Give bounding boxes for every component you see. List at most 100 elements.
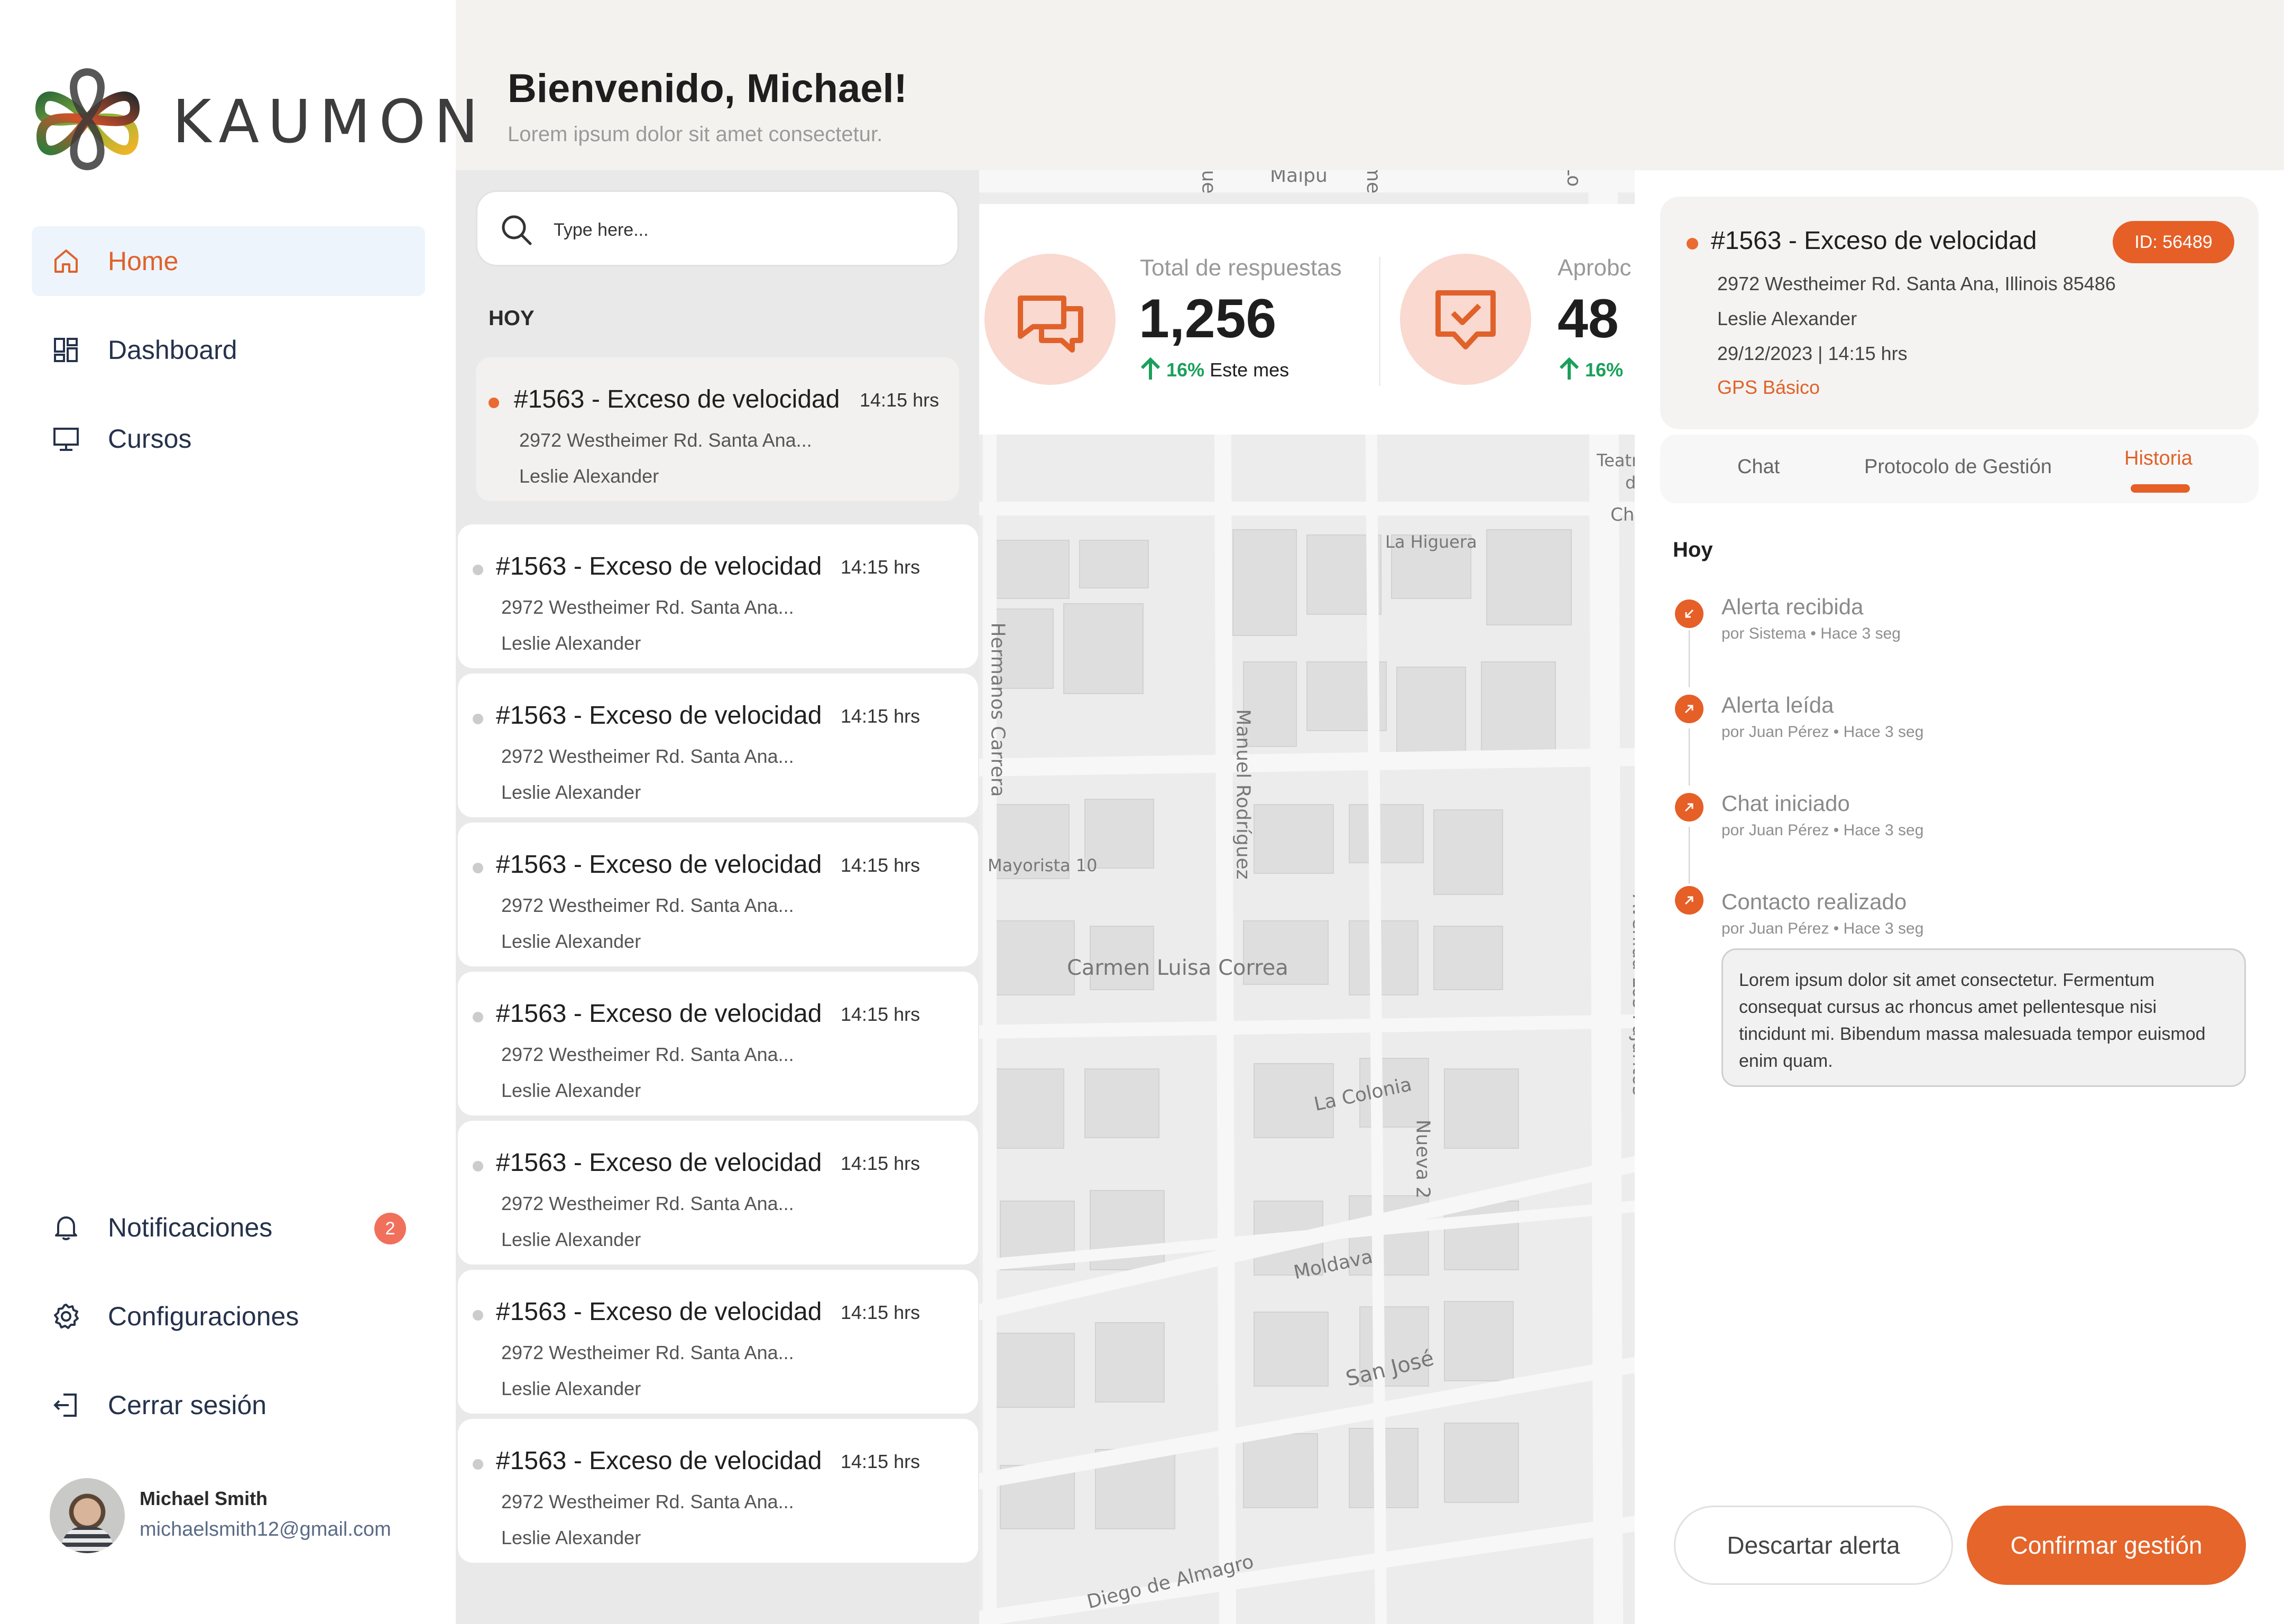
alert-title: #1563 - Exceso de velocidad (496, 1149, 822, 1177)
alert-address: 2972 Westheimer Rd. Santa Ana... (501, 596, 794, 618)
arrow-up-icon (1140, 357, 1161, 380)
alert-address: 2972 Westheimer Rd. Santa Ana... (501, 1491, 794, 1512)
alert-person: Leslie Alexander (501, 930, 641, 952)
alert-address: 2972 Westheimer Rd. Santa Ana... (501, 1193, 794, 1214)
stat-approved-label: Aprobc (1558, 255, 1632, 281)
tab-protocolo-de-gestion[interactable]: Protocolo de Gestión (1864, 456, 2052, 478)
nav-notificaciones-label: Notificaciones (108, 1213, 273, 1242)
map-label-maipu: Maipú (1270, 170, 1328, 187)
page-subtitle: Lorem ipsum dolor sit amet consectetur. (508, 123, 883, 146)
nav-home[interactable]: Home (32, 226, 425, 296)
kaumon-logo-icon (35, 68, 140, 171)
detail-tabs: Chat Protocolo de Gestión Historia (1660, 435, 2259, 503)
alert-id-badge: ID: 56489 (2113, 221, 2234, 263)
alert-person: Leslie Alexander (501, 632, 641, 654)
alert-time: 14:15 hrs (841, 854, 920, 876)
nav-cursos[interactable]: Cursos (32, 404, 425, 474)
timeline-connector (1689, 630, 1690, 687)
stat-approved-trend-value: 16% (1585, 359, 1624, 381)
nav-configuraciones[interactable]: Configuraciones (32, 1281, 425, 1351)
map-label-d: d (1625, 473, 1635, 493)
alert-person: Leslie Alexander (501, 1079, 641, 1101)
stat-total-trend-value: 16% (1166, 359, 1205, 381)
timeline-meta: por Sistema • Hace 3 seg (1721, 625, 1901, 642)
timeline-dot (1675, 599, 1703, 628)
alert-card[interactable]: #1563 - Exceso de velocidad 14:15 hrs 29… (476, 357, 959, 501)
alert-time: 14:15 hrs (841, 1003, 920, 1025)
stat-approved-trend: 16% (1559, 357, 1623, 381)
alert-title: #1563 - Exceso de velocidad (496, 552, 822, 580)
arrow-up-icon (1559, 357, 1579, 380)
alert-person: Leslie Alexander (519, 465, 659, 487)
alert-title: #1563 - Exceso de velocidad (496, 851, 822, 879)
map-label-manuel-rodriguez: Manuel Rodríguez (1232, 709, 1254, 880)
stats-bar: Total de respuestas 1,256 16% Este mes A… (979, 204, 1635, 435)
alert-status-dot (489, 398, 499, 408)
search-input[interactable] (554, 215, 924, 245)
arrow-out-icon (1684, 896, 1693, 905)
detail-plan: GPS Básico (1717, 376, 1820, 398)
map-label-hermanos-carrera: Hermanos Carrera (987, 622, 1009, 797)
user-name: Michael Smith (140, 1488, 268, 1509)
detail-title: #1563 - Exceso de velocidad (1711, 227, 2037, 255)
brand-name: KAUMON (172, 88, 487, 156)
map-label-gue: gue (1198, 170, 1220, 194)
timeline-note: Lorem ipsum dolor sit amet consectetur. … (1721, 948, 2246, 1087)
alert-card[interactable]: #1563 - Exceso de velocidad 14:15 hrs 29… (458, 972, 978, 1115)
tab-historia[interactable]: Historia (2124, 447, 2193, 470)
logout-icon (53, 1394, 77, 1417)
confirm-management-button[interactable]: Confirmar gestión (1967, 1506, 2246, 1585)
discard-alert-button[interactable]: Descartar alerta (1674, 1506, 1953, 1585)
alert-address: 2972 Westheimer Rd. Santa Ana... (501, 894, 794, 916)
stat-total-icon-bg (984, 254, 1116, 385)
alert-status-dot (473, 565, 483, 575)
alert-card[interactable]: #1563 - Exceso de velocidad 14:15 hrs 29… (458, 1419, 978, 1563)
arrow-out-icon (1684, 705, 1693, 714)
timeline-title: Alerta recibida (1721, 594, 1864, 619)
alert-card[interactable]: #1563 - Exceso de velocidad 14:15 hrs 29… (458, 823, 978, 966)
dashboard-icon (54, 338, 78, 362)
gear-icon (54, 1304, 79, 1329)
map-label-carmen-luisa-correa: Carmen Luisa Correa (1067, 956, 1288, 980)
alert-card[interactable]: #1563 - Exceso de velocidad 14:15 hrs 29… (458, 1270, 978, 1414)
nav-dashboard[interactable]: Dashboard (32, 315, 425, 385)
alert-address: 2972 Westheimer Rd. Santa Ana... (519, 429, 812, 451)
user-profile[interactable]: Michael Smith michaelsmith12@gmail.com (50, 1478, 430, 1557)
alert-time: 14:15 hrs (841, 1302, 920, 1323)
timeline-dot (1675, 886, 1703, 915)
alert-time: 14:15 hrs (860, 389, 940, 411)
alert-title: #1563 - Exceso de velocidad (496, 1000, 822, 1028)
nav-configuraciones-label: Configuraciones (108, 1302, 299, 1331)
tab-chat[interactable]: Chat (1737, 456, 1780, 478)
alert-person: Leslie Alexander (501, 781, 641, 803)
alert-card[interactable]: #1563 - Exceso de velocidad 14:15 hrs 29… (458, 1121, 978, 1265)
search-box[interactable] (476, 190, 959, 266)
chat-icon (1018, 296, 1083, 353)
alert-status-dot (473, 1012, 483, 1022)
stat-total-label: Total de respuestas (1140, 255, 1342, 281)
alert-address: 2972 Westheimer Rd. Santa Ana... (501, 745, 794, 767)
active-tab-indicator (2131, 484, 2190, 493)
stat-total-trend-suffix: Este mes (1210, 359, 1290, 381)
bell-icon (55, 1216, 77, 1240)
stat-approved-value: 48 (1558, 288, 1619, 349)
alert-time: 14:15 hrs (841, 1451, 920, 1472)
alert-card[interactable]: #1563 - Exceso de velocidad 14:15 hrs 29… (458, 524, 978, 668)
stat-approved-icon-bg (1400, 254, 1531, 385)
alert-detail-card: #1563 - Exceso de velocidad ID: 56489 29… (1660, 197, 2259, 429)
alert-list-section-title: HOY (489, 307, 535, 330)
nav-cerrar-sesion[interactable]: Cerrar sesión (32, 1370, 425, 1440)
map-label-la-higuera: La Higuera (1385, 532, 1477, 552)
timeline-title: Chat iniciado (1721, 791, 1850, 816)
nav-dashboard-label: Dashboard (108, 335, 237, 365)
kaumon-logo[interactable]: KAUMON (31, 62, 478, 176)
alert-address: 2972 Westheimer Rd. Santa Ana... (501, 1044, 794, 1065)
nav-notificaciones[interactable]: Notificaciones 2 (32, 1193, 425, 1262)
stat-divider (1379, 257, 1380, 386)
detail-person: Leslie Alexander (1717, 308, 1857, 329)
alert-person: Leslie Alexander (501, 1378, 641, 1399)
alert-status-dot (1687, 238, 1698, 250)
alert-address: 2972 Westheimer Rd. Santa Ana... (501, 1342, 794, 1363)
alert-card[interactable]: #1563 - Exceso de velocidad 14:15 hrs 29… (458, 673, 978, 817)
timeline-meta: por Juan Pérez • Hace 3 seg (1721, 723, 1924, 741)
